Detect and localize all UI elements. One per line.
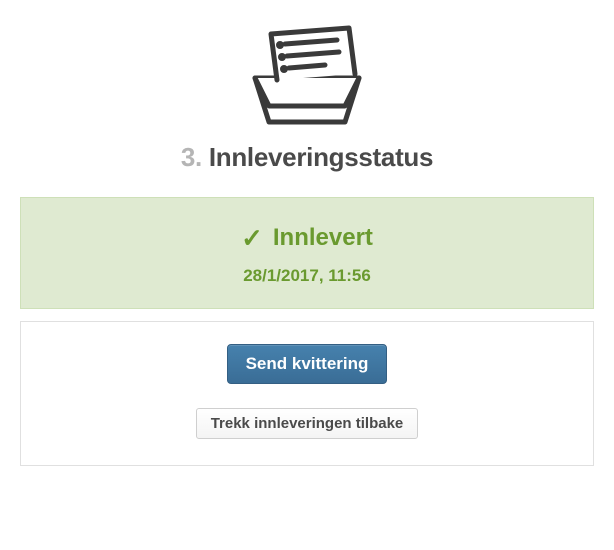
check-icon: ✓ xyxy=(241,225,263,251)
inbox-tray-icon xyxy=(237,20,377,130)
action-box: Send kvittering Trekk innleveringen tilb… xyxy=(20,321,594,466)
section-heading: 3. Innleveringsstatus xyxy=(181,142,433,173)
status-line: ✓ Innlevert xyxy=(41,224,573,252)
status-label: Innlevert xyxy=(273,224,373,252)
section-title: Innleveringsstatus xyxy=(209,142,433,172)
status-timestamp: 28/1/2017, 11:56 xyxy=(41,266,573,286)
send-receipt-button[interactable]: Send kvittering xyxy=(227,344,388,384)
status-box: ✓ Innlevert 28/1/2017, 11:56 xyxy=(20,197,594,309)
withdraw-submission-button[interactable]: Trekk innleveringen tilbake xyxy=(196,408,419,439)
step-number: 3. xyxy=(181,142,202,172)
submission-status-panel: 3. Innleveringsstatus ✓ Innlevert 28/1/2… xyxy=(20,20,594,466)
